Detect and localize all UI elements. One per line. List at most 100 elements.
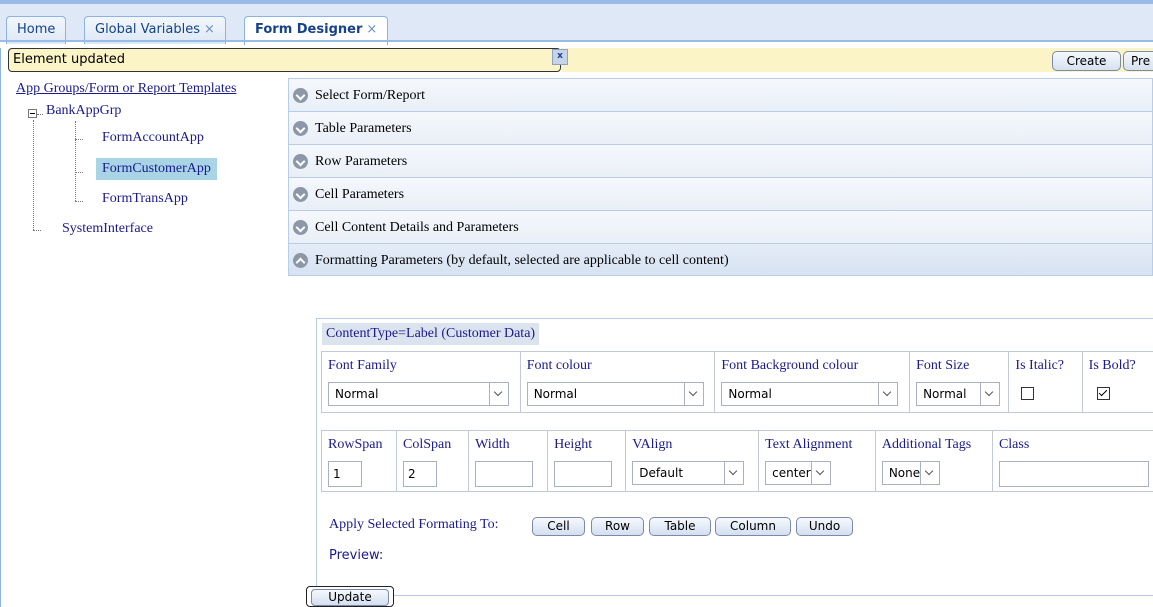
class-input[interactable] (998, 461, 1149, 487)
rowspan-label: RowSpan (328, 437, 383, 452)
font-colour-select[interactable]: Normal (526, 382, 704, 406)
accordion-label: Cell Content Details and Parameters (315, 220, 519, 235)
dropdown-icon (724, 462, 744, 484)
select-value: Normal (533, 387, 578, 401)
select-value: Normal (923, 387, 967, 401)
tree-connector (75, 139, 83, 140)
accordion-formatting-parameters[interactable]: Formatting Parameters (by default, selec… (288, 243, 1153, 276)
collapse-icon[interactable] (28, 109, 37, 118)
rowspan-cell: RowSpan 1 (320, 430, 398, 492)
bold-cell: Is Bold? (1081, 351, 1153, 413)
font-size-label: Font Size (916, 358, 970, 373)
accordion-cell-parameters[interactable]: Cell Parameters (288, 177, 1153, 210)
apply-row-button[interactable]: Row (591, 517, 644, 536)
dropdown-icon (878, 383, 898, 405)
accordion-label: Table Parameters (315, 121, 412, 136)
status-message: Element updated (8, 48, 561, 72)
additional-tags-label: Additional Tags (881, 437, 972, 452)
status-text: Element updated (13, 52, 126, 67)
apply-cell-button[interactable]: Cell (532, 517, 585, 536)
italic-label: Is Italic? (1015, 358, 1065, 373)
height-label: Height (554, 437, 593, 452)
class-cell: Class (991, 430, 1153, 492)
dropdown-icon (811, 462, 831, 484)
tree-root-link[interactable]: App Groups/Form or Report Templates (16, 81, 236, 97)
colspan-cell: ColSpan 2 (396, 430, 470, 492)
preview-button[interactable]: Pre (1123, 51, 1153, 71)
expand-icon (293, 121, 308, 136)
accordion-row-parameters[interactable]: Row Parameters (288, 144, 1153, 177)
accordion-select-form-report[interactable]: Select Form/Report (288, 78, 1153, 111)
undo-button[interactable]: Undo (796, 517, 853, 536)
tree-connector (33, 120, 34, 230)
width-input[interactable] (475, 461, 534, 487)
text-alignment-select[interactable]: center (765, 461, 832, 485)
checkmark-icon (1098, 387, 1107, 397)
close-icon[interactable]: × (204, 22, 215, 37)
font-family-label: Font Family (328, 358, 397, 373)
tab-label: Home (17, 22, 56, 37)
create-button[interactable]: Create (1052, 51, 1121, 71)
valign-cell: VAlign Default (625, 430, 760, 492)
width-label: Width (475, 437, 510, 452)
italic-cell: Is Italic? (1008, 351, 1083, 413)
dropdown-icon (489, 383, 508, 405)
accordion-cell-content[interactable]: Cell Content Details and Parameters (288, 210, 1153, 243)
tree-connector (33, 230, 41, 231)
accordion-label: Select Form/Report (315, 88, 426, 103)
select-value: Normal (728, 387, 772, 401)
accordion-table-parameters[interactable]: Table Parameters (288, 111, 1153, 144)
template-tree: App Groups/Form or Report Templates Bank… (0, 78, 280, 607)
accordion-label: Formatting Parameters (by default, selec… (315, 253, 729, 268)
dropdown-icon (919, 462, 939, 484)
select-value: Normal (335, 387, 379, 401)
expand-icon (293, 220, 308, 235)
bold-label: Is Bold? (1088, 358, 1136, 373)
tree-connector (75, 121, 76, 201)
dropdown-icon (683, 383, 703, 405)
class-label: Class (998, 437, 1030, 452)
font-size-cell: Font Size Normal (909, 351, 1010, 413)
valign-select[interactable]: Default (632, 461, 745, 485)
rowspan-input[interactable]: 1 (328, 461, 362, 487)
apply-table-button[interactable]: Table (649, 517, 711, 536)
font-background-select[interactable]: Normal (721, 382, 899, 406)
tree-item-formaccountapp[interactable]: FormAccountApp (102, 130, 204, 146)
text-alignment-cell: Text Alignment center (758, 430, 876, 492)
tree-item-formcustomerapp[interactable]: FormCustomerApp (96, 158, 217, 180)
font-background-label: Font Background colour (721, 358, 859, 373)
font-background-cell: Font Background colour Normal (714, 351, 911, 413)
collapse-icon (293, 253, 308, 268)
bold-checkbox[interactable] (1096, 387, 1110, 400)
height-input[interactable] (554, 461, 613, 487)
font-family-cell: Font Family Normal (321, 351, 521, 413)
expand-icon (293, 88, 308, 103)
expand-icon (293, 187, 308, 202)
accordion-label: Cell Parameters (315, 187, 405, 202)
tree-item-systeminterface[interactable]: SystemInterface (62, 221, 153, 237)
font-family-select[interactable]: Normal (328, 382, 509, 406)
additional-tags-select[interactable]: None (881, 461, 940, 485)
select-value: center (772, 466, 811, 480)
expand-icon (293, 154, 308, 169)
apply-formatting-label: Apply Selected Formating To: (329, 517, 499, 532)
italic-checkbox[interactable] (1021, 387, 1035, 400)
formatting-panel: ContentType=Label (Customer Data) Font F… (316, 318, 1153, 596)
height-cell: Height (547, 430, 627, 492)
apply-column-button[interactable]: Column (715, 517, 791, 536)
font-size-select[interactable]: Normal (916, 382, 1001, 406)
tree-group-bankappgrp[interactable]: BankAppGrp (46, 103, 121, 119)
tree-connector (75, 201, 83, 202)
update-button[interactable]: Update (311, 589, 389, 606)
close-icon[interactable]: × (366, 22, 377, 37)
colspan-input[interactable]: 2 (403, 461, 438, 487)
accordion-label: Row Parameters (315, 154, 408, 169)
select-value: None (888, 466, 921, 480)
tab-label: Global Variables (95, 22, 201, 37)
select-value: Default (639, 466, 684, 480)
tree-connector (37, 114, 43, 115)
close-icon[interactable]: x (552, 49, 568, 65)
font-settings-table: Font Family Normal Font colour Normal Fo… (321, 351, 1153, 413)
width-cell: Width (468, 430, 549, 492)
tree-item-formtransapp[interactable]: FormTransApp (102, 191, 188, 207)
